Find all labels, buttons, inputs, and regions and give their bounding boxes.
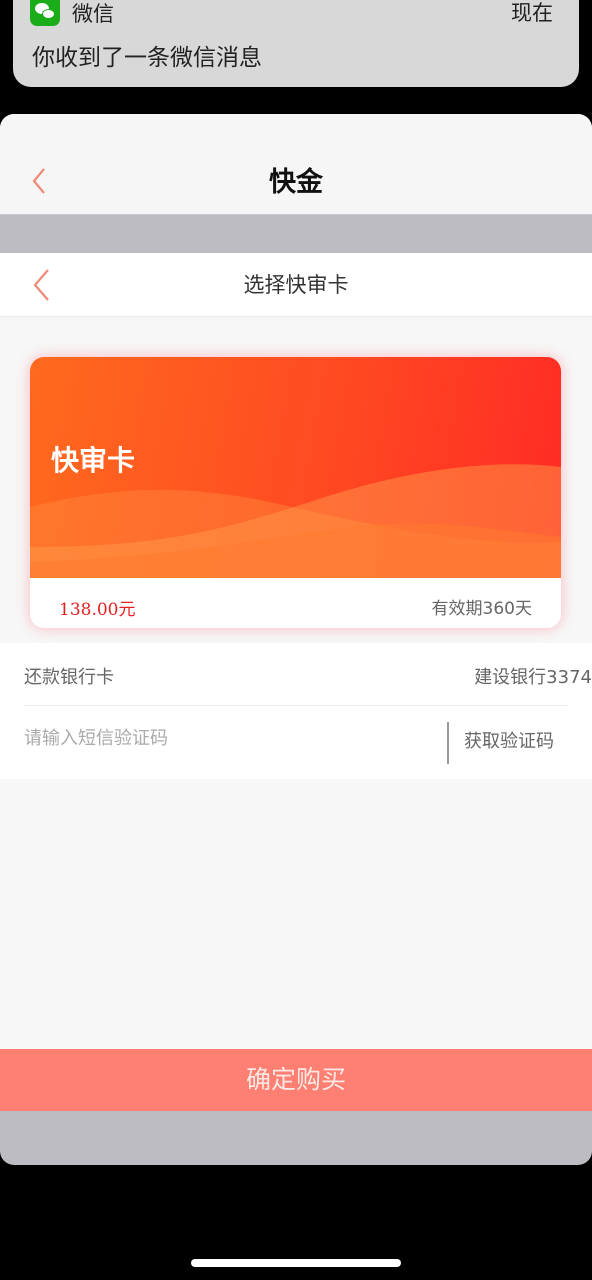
payment-form: 还款银行卡 建设银行3374 获取验证码	[0, 643, 592, 779]
get-code-button[interactable]: 获取验证码	[464, 727, 554, 753]
sms-code-input[interactable]	[24, 721, 424, 755]
divider	[447, 722, 449, 764]
sms-code-row: 获取验证码	[24, 707, 592, 779]
card-validity: 有效期360天	[431, 599, 532, 619]
wechat-icon	[30, 0, 60, 26]
main-content: 选择快审卡 快审卡 138.00元 有效期360天 还款银行卡 建设银行3374	[0, 253, 592, 1049]
notification-time: 现在	[511, 1, 553, 25]
app-sheet: 快金 选择快审卡 快审卡 138.00元 有效期360天 还款银行卡 建设银行3…	[0, 114, 592, 1165]
page-title: 快金	[269, 167, 323, 198]
card-price: 138.00元	[59, 600, 136, 620]
review-card[interactable]: 快审卡 138.00元 有效期360天	[30, 357, 561, 628]
confirm-purchase-button[interactable]: 确定购买	[0, 1049, 592, 1111]
sub-header: 选择快审卡	[0, 253, 592, 317]
repayment-card-row[interactable]: 还款银行卡 建设银行3374	[24, 643, 592, 706]
notification-message: 你收到了一条微信消息	[32, 45, 262, 71]
repayment-card-label: 还款银行卡	[24, 667, 114, 688]
card-banner: 快审卡	[30, 357, 561, 578]
notification-banner[interactable]: 微信 现在 你收到了一条微信消息	[13, 0, 579, 87]
repayment-card-value: 建设银行3374	[474, 667, 592, 688]
notification-app: 微信	[30, 0, 114, 26]
home-indicator[interactable]	[191, 1259, 401, 1267]
sub-title: 选择快审卡	[243, 273, 349, 297]
app-header: 快金	[0, 114, 592, 215]
card-name: 快审卡	[51, 444, 136, 477]
notification-app-name: 微信	[72, 2, 114, 26]
